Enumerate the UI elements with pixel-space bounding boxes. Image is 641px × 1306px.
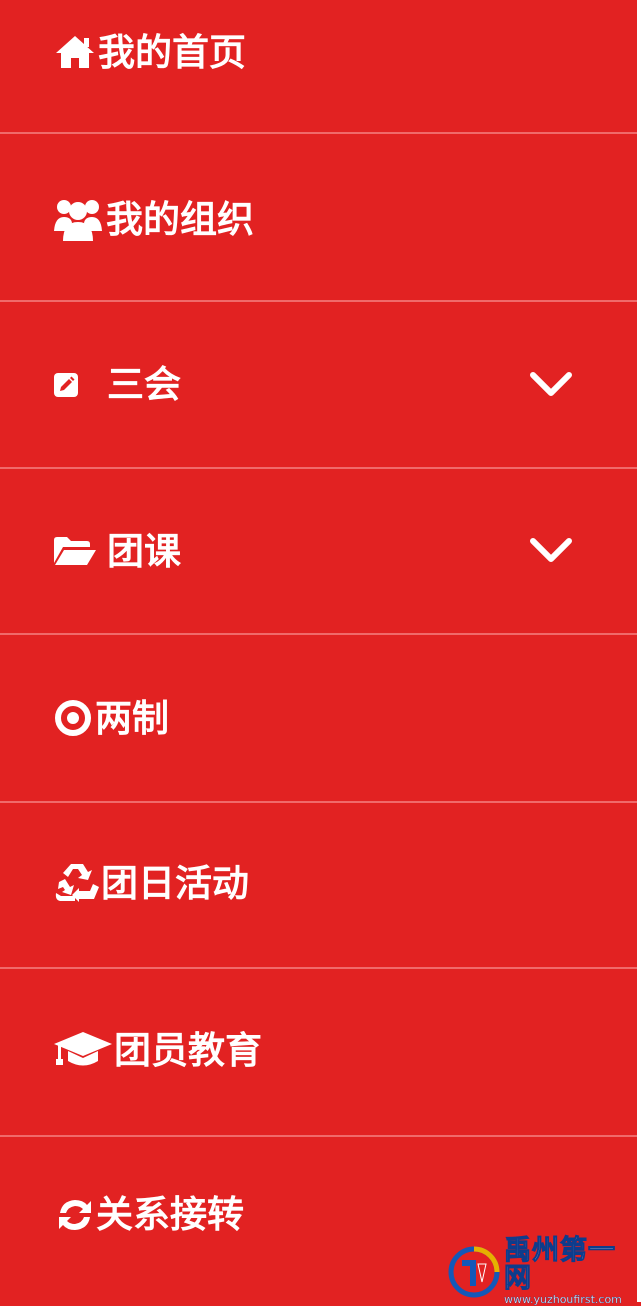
sidebar-menu: 我的首页 我的组织 三会 团课 两制 团日活动 团员教育 关系接转 [0, 0, 641, 1302]
menu-item-label: 我的组织 [106, 197, 254, 241]
menu-item-three-meetings[interactable]: 三会 [0, 302, 637, 469]
menu-item-league-class[interactable]: 团课 [0, 469, 637, 635]
menu-item-label: 关系接转 [96, 1193, 244, 1236]
menu-item-organization[interactable]: 我的组织 [0, 134, 637, 302]
menu-item-label: 团员教育 [114, 1028, 262, 1072]
watermark: 禹州第一网 www.yuzhoufirst.com [448, 1236, 641, 1306]
menu-item-league-day[interactable]: 团日活动 [0, 803, 637, 969]
watermark-text: 禹州第一网 www.yuzhoufirst.com [504, 1235, 641, 1306]
menu-item-label: 两制 [95, 696, 169, 740]
users-icon [54, 197, 102, 241]
watermark-title: 禹州第一网 [504, 1235, 616, 1295]
edit-icon [54, 372, 78, 398]
recycle-icon [54, 860, 100, 902]
watermark-url: www.yuzhoufirst.com [504, 1292, 622, 1306]
menu-item-member-education[interactable]: 团员教育 [0, 969, 637, 1137]
menu-item-label: 团日活动 [101, 861, 249, 905]
chevron-down-icon[interactable] [529, 535, 573, 569]
refresh-icon [54, 1195, 96, 1235]
menu-item-two-systems[interactable]: 两制 [0, 635, 637, 803]
folder-open-icon [54, 536, 96, 566]
menu-item-label: 团课 [107, 529, 181, 573]
chevron-down-icon[interactable] [529, 369, 573, 403]
menu-item-label: 我的首页 [98, 30, 246, 74]
home-icon [54, 34, 96, 70]
graduation-cap-icon [54, 1028, 112, 1068]
menu-item-label: 三会 [107, 363, 181, 406]
watermark-logo-icon [448, 1246, 500, 1298]
menu-item-home[interactable]: 我的首页 [0, 0, 637, 134]
target-icon [54, 699, 92, 737]
